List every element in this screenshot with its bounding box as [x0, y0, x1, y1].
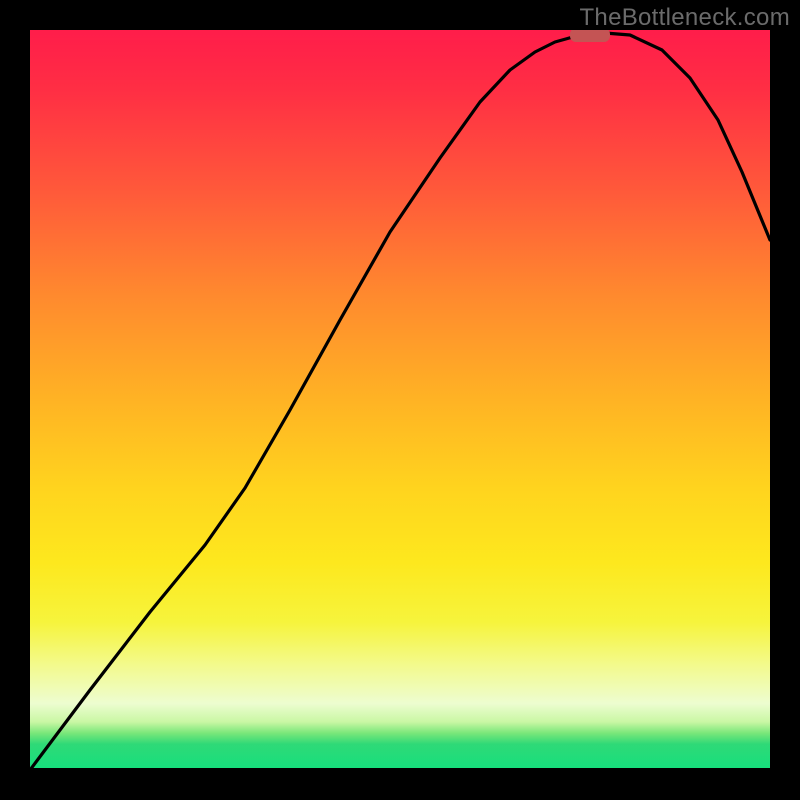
- chart-frame: TheBottleneck.com: [0, 0, 800, 800]
- watermark-text: TheBottleneck.com: [579, 4, 790, 32]
- bottleneck-curve-path: [30, 33, 770, 770]
- plot-area: [30, 30, 770, 770]
- chart-svg: [30, 30, 770, 770]
